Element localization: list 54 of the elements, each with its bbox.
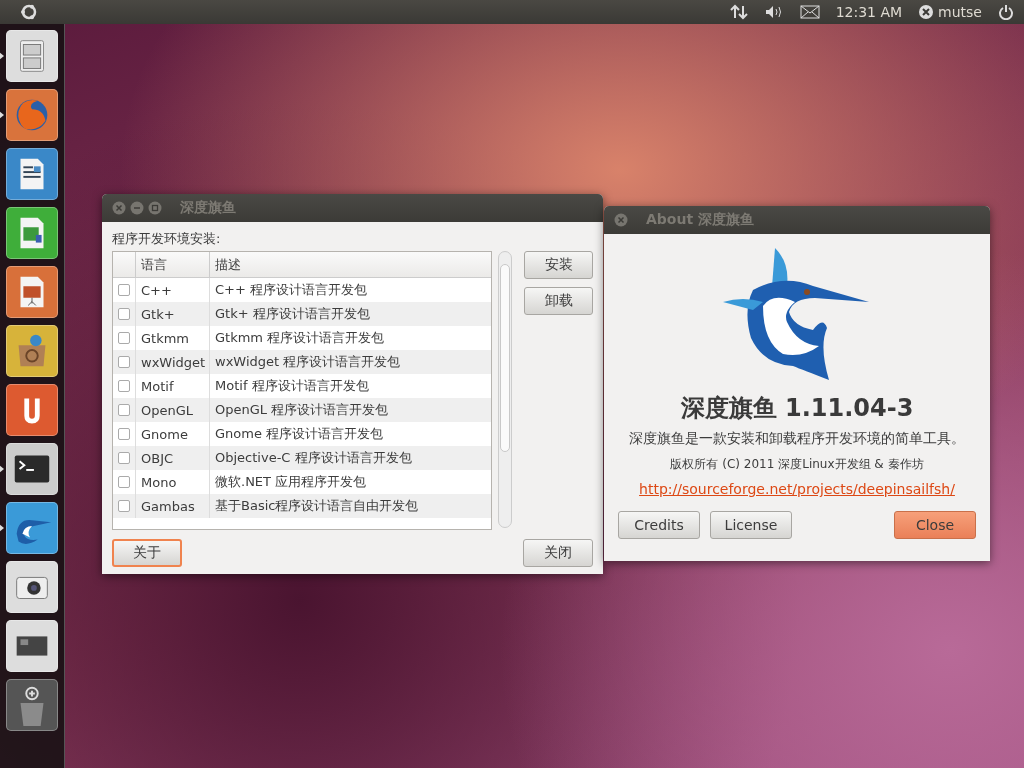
checkbox[interactable] [118, 452, 130, 464]
checkbox[interactable] [118, 500, 130, 512]
checkbox[interactable] [118, 428, 130, 440]
offline-status-icon [918, 4, 935, 20]
power-icon[interactable] [998, 4, 1014, 20]
window-title: 深度旗鱼 [180, 199, 236, 217]
table-cell: OpenGL [135, 398, 209, 422]
dialog-button[interactable]: Close [894, 511, 976, 539]
action-button[interactable]: 卸载 [524, 287, 593, 315]
checkbox[interactable] [118, 332, 130, 344]
launcher-item[interactable] [6, 679, 58, 731]
close-icon[interactable] [614, 213, 628, 227]
checkbox[interactable] [118, 476, 130, 488]
table-cell: OBJC [135, 446, 209, 470]
app-name: 深度旗鱼 1.11.04-3 [680, 393, 914, 424]
copyright-text: 版权所有 (C) 2011 深度Linux开发组 & 秦作坊 [670, 456, 924, 473]
network-icon[interactable] [729, 4, 748, 20]
window-title: About 深度旗鱼 [646, 211, 754, 229]
table-cell: Gtk+ 程序设计语言开发包 [209, 302, 492, 326]
checkbox[interactable] [118, 284, 130, 296]
dialog-button[interactable]: Credits [618, 511, 700, 539]
table-cell: OpenGL 程序设计语言开发包 [209, 398, 492, 422]
table-cell: 基于Basic程序设计语言自由开发包 [209, 494, 492, 518]
launcher-item[interactable] [6, 148, 58, 200]
volume-icon[interactable] [763, 4, 784, 20]
close-icon[interactable] [112, 201, 126, 215]
dialog-button[interactable]: 关闭 [523, 539, 593, 567]
clock[interactable]: 12:31 AM [835, 4, 903, 20]
scrollbar[interactable] [498, 251, 512, 528]
table-cell: Gambas [135, 494, 209, 518]
launcher-item[interactable] [6, 620, 58, 672]
dialog-button[interactable]: License [710, 511, 792, 539]
launcher-item[interactable] [6, 207, 58, 259]
table-cell: Gtk+ [135, 302, 209, 326]
checkbox[interactable] [118, 308, 130, 320]
column-header[interactable]: 语言 [135, 252, 209, 277]
user-name[interactable]: mutse [938, 4, 982, 20]
checkbox[interactable] [118, 380, 130, 392]
minimize-icon[interactable] [130, 201, 144, 215]
envelope-icon[interactable] [799, 5, 820, 19]
column-header[interactable]: 描述 [209, 252, 492, 277]
action-button[interactable]: 安装 [524, 251, 593, 279]
checkbox[interactable] [118, 404, 130, 416]
table-cell: Objective-C 程序设计语言开发包 [209, 446, 492, 470]
table-cell: wxWidget 程序设计语言开发包 [209, 350, 492, 374]
launcher-item[interactable] [6, 325, 58, 377]
section-label: 程序开发环境安装: [112, 231, 221, 246]
website-link[interactable]: http://sourceforge.net/projects/deepinsailfsh/ [639, 481, 955, 497]
maximize-icon[interactable] [148, 201, 162, 215]
table-cell: wxWidget [135, 350, 209, 374]
app-description: 深度旗鱼是一款安装和卸载程序开发环境的简单工具。 [629, 430, 965, 448]
checkbox[interactable] [118, 356, 130, 368]
launcher-item[interactable] [6, 561, 58, 613]
dialog-button[interactable]: 关于 [112, 539, 182, 567]
